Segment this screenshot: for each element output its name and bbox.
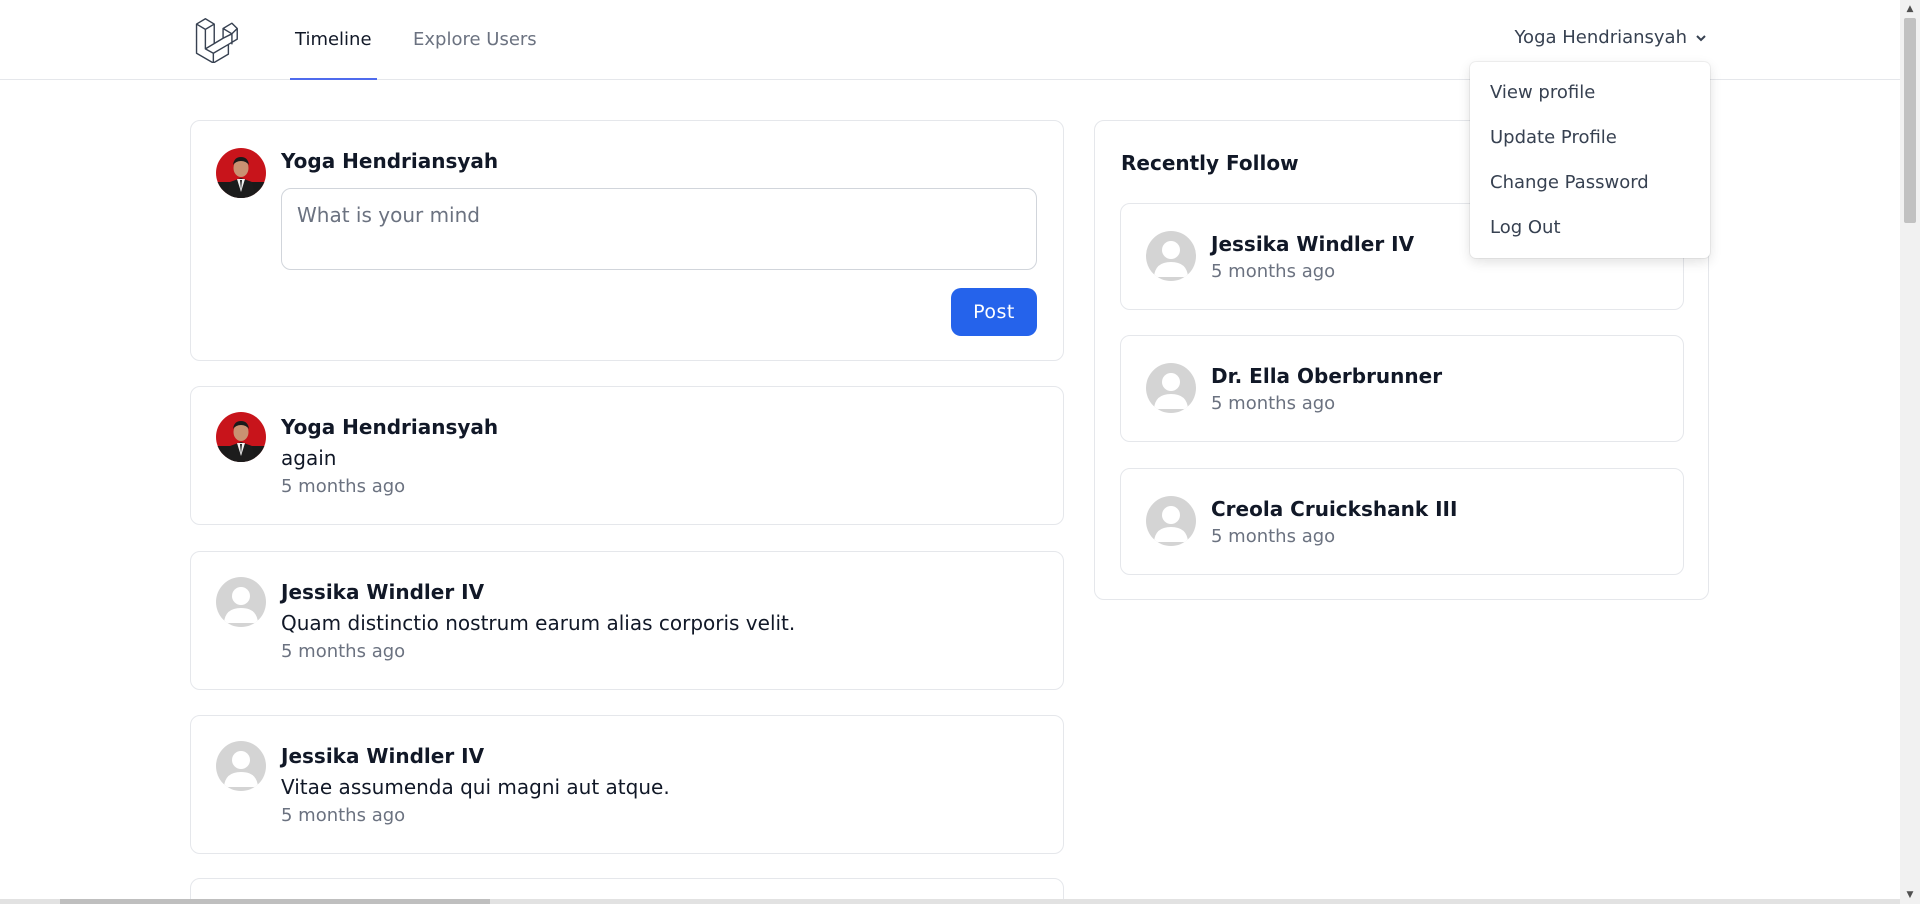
follow-timestamp: 5 months ago bbox=[1211, 393, 1336, 414]
default-avatar-icon bbox=[1146, 363, 1196, 413]
avatar[interactable] bbox=[216, 577, 266, 627]
avatar bbox=[216, 148, 266, 198]
post-button[interactable]: Post bbox=[951, 288, 1037, 336]
post-author[interactable]: Jessika Windler IV bbox=[281, 744, 484, 768]
user-menu-trigger[interactable]: Yoga Hendriansyah bbox=[1514, 27, 1707, 48]
post-author[interactable]: Jessika Windler IV bbox=[281, 580, 484, 604]
post-timestamp: 5 months ago bbox=[281, 805, 406, 826]
default-avatar-icon bbox=[1146, 496, 1196, 546]
tab-timeline[interactable]: Timeline bbox=[290, 0, 377, 80]
post-card: Jessika Windler IV Vitae assumenda qui m… bbox=[190, 715, 1064, 854]
follow-user-name[interactable]: Jessika Windler IV bbox=[1211, 232, 1414, 256]
post-card: Jessika Windler IV Quam distinctio nostr… bbox=[190, 551, 1064, 690]
composer-user-name: Yoga Hendriansyah bbox=[281, 149, 499, 173]
scroll-down-arrow-icon[interactable]: ▼ bbox=[1900, 886, 1920, 904]
avatar bbox=[1146, 231, 1196, 281]
menu-item-change-password[interactable]: Change Password bbox=[1470, 160, 1710, 205]
follow-list-item[interactable]: Dr. Ella Oberbrunner 5 months ago bbox=[1120, 335, 1684, 442]
recently-follow-title: Recently Follow bbox=[1121, 151, 1299, 175]
menu-item-update-profile[interactable]: Update Profile bbox=[1470, 115, 1710, 160]
post-timestamp: 5 months ago bbox=[281, 641, 406, 662]
default-avatar-icon bbox=[216, 577, 266, 627]
post-author[interactable]: Yoga Hendriansyah bbox=[281, 415, 498, 439]
avatar[interactable] bbox=[216, 412, 266, 462]
scroll-up-arrow-icon[interactable]: ▲ bbox=[1900, 0, 1920, 18]
menu-item-log-out[interactable]: Log Out bbox=[1470, 205, 1710, 250]
post-body: again bbox=[281, 446, 337, 470]
avatar[interactable] bbox=[216, 741, 266, 791]
chevron-down-icon bbox=[1696, 34, 1706, 41]
default-avatar-icon bbox=[1146, 231, 1196, 281]
post-timestamp: 5 months ago bbox=[281, 476, 406, 497]
user-photo-icon bbox=[216, 412, 266, 462]
post-composer: Yoga Hendriansyah Post bbox=[190, 120, 1064, 361]
post-body: Quam distinctio nostrum earum alias corp… bbox=[281, 611, 796, 635]
follow-user-name[interactable]: Creola Cruickshank III bbox=[1211, 497, 1457, 521]
follow-user-name[interactable]: Dr. Ella Oberbrunner bbox=[1211, 364, 1442, 388]
default-avatar-icon bbox=[216, 741, 266, 791]
vertical-scrollbar-thumb[interactable] bbox=[1904, 18, 1916, 223]
user-dropdown-menu: View profile Update Profile Change Passw… bbox=[1470, 62, 1710, 258]
laravel-logo-icon[interactable] bbox=[193, 17, 239, 64]
user-menu-name: Yoga Hendriansyah bbox=[1514, 27, 1687, 48]
tab-explore-users[interactable]: Explore Users bbox=[408, 0, 542, 80]
horizontal-scrollbar-thumb[interactable] bbox=[60, 899, 490, 904]
avatar bbox=[1146, 496, 1196, 546]
post-body: Vitae assumenda qui magni aut atque. bbox=[281, 775, 670, 799]
avatar bbox=[1146, 363, 1196, 413]
menu-item-view-profile[interactable]: View profile bbox=[1470, 70, 1710, 115]
follow-timestamp: 5 months ago bbox=[1211, 261, 1336, 282]
post-input[interactable] bbox=[281, 188, 1037, 270]
post-card: Yoga Hendriansyah again 5 months ago bbox=[190, 386, 1064, 525]
follow-list-item[interactable]: Creola Cruickshank III 5 months ago bbox=[1120, 468, 1684, 575]
follow-timestamp: 5 months ago bbox=[1211, 526, 1336, 547]
user-photo-icon bbox=[216, 148, 266, 198]
